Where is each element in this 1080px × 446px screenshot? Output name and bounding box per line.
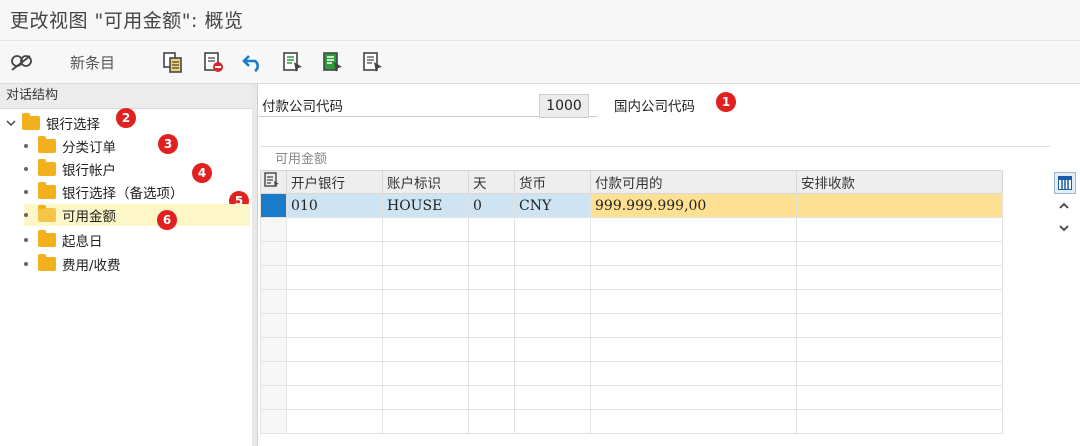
copy-icon[interactable]: [160, 49, 186, 75]
column-header-currency[interactable]: 货币: [514, 170, 591, 194]
tree-node-charges[interactable]: 费用/收费: [24, 253, 121, 275]
folder-icon: [38, 136, 56, 153]
table-row[interactable]: [260, 289, 1003, 314]
annotation-marker: 2: [116, 108, 136, 128]
annotation-marker: 6: [157, 210, 177, 230]
row-selector[interactable]: [260, 409, 287, 434]
company-code-field: 1000: [539, 94, 589, 118]
tree-bullet: [24, 262, 28, 266]
company-code-label: 付款公司代码: [262, 99, 343, 115]
folder-icon: [38, 182, 56, 199]
column-header-available-payment[interactable]: 付款可用的: [590, 170, 797, 194]
row-selector[interactable]: [260, 361, 287, 386]
display-change-icon[interactable]: [8, 49, 34, 75]
window-title: 更改视图 "可用金额": 概览: [10, 10, 244, 32]
row-selector[interactable]: [260, 241, 287, 266]
tree-node-bank-selection-alt[interactable]: 银行选择（备选项）: [24, 181, 184, 203]
row-selector[interactable]: [260, 217, 287, 242]
tree-node-label: 银行选择: [46, 117, 100, 133]
tree-node-classified-orders[interactable]: 分类订单: [24, 135, 116, 157]
toolbar: 新条目: [0, 41, 1080, 84]
tree-node-label: 费用/收费: [62, 258, 121, 274]
tree-node-label: 分类订单: [62, 140, 116, 156]
annotation-marker: 3: [158, 134, 178, 154]
tree-bullet: [24, 144, 28, 148]
folder-open-icon: [38, 205, 56, 222]
cell-days[interactable]: 0: [468, 193, 515, 218]
tree-node-label: 起息日: [62, 234, 103, 250]
cell-account-id[interactable]: HOUSE: [382, 193, 469, 218]
table-columns-icon[interactable]: [1058, 176, 1072, 190]
group-divider: [260, 146, 1050, 147]
table-settings-button[interactable]: [260, 170, 287, 194]
cell-bank[interactable]: 010: [286, 193, 383, 218]
folder-icon: [38, 230, 56, 247]
available-amounts-table: 开户银行 账户标识 天 货币 付款可用的 安排收款 010 HOUSE 0 CN…: [260, 170, 1003, 434]
table-group-title: 可用金额: [275, 152, 328, 167]
column-header-days[interactable]: 天: [468, 170, 515, 194]
tree-bullet: [24, 167, 28, 171]
table-row[interactable]: [260, 265, 1003, 290]
table-settings-icon[interactable]: [264, 172, 280, 188]
folder-icon: [38, 254, 56, 271]
tree-node-label: 银行选择（备选项）: [62, 186, 184, 202]
row-selector[interactable]: [260, 193, 287, 218]
row-selector[interactable]: [260, 337, 287, 362]
delete-icon[interactable]: [200, 49, 226, 75]
table-row[interactable]: [260, 313, 1003, 338]
new-entries-button[interactable]: 新条目: [70, 52, 115, 73]
folder-icon: [38, 159, 56, 176]
row-selector[interactable]: [260, 313, 287, 338]
cell-available-payment[interactable]: 999.999.999,00: [590, 193, 797, 218]
select-block-icon[interactable]: [320, 49, 346, 75]
tree-node-label: 可用金额: [62, 209, 116, 225]
scroll-up-button[interactable]: [1054, 196, 1074, 216]
table-row[interactable]: [260, 385, 1003, 410]
tree-node-label: 银行帐户: [62, 163, 116, 179]
column-settings-button[interactable]: [1054, 172, 1076, 194]
select-all-icon[interactable]: [280, 49, 306, 75]
cell-scheduled-receipt[interactable]: [796, 193, 1003, 218]
column-header-bank[interactable]: 开户银行: [286, 170, 383, 194]
deselect-all-icon[interactable]: [360, 49, 386, 75]
undo-icon[interactable]: [240, 49, 266, 75]
tree-node-bank-accounts[interactable]: 银行帐户: [24, 158, 116, 180]
tree-node-value-date[interactable]: 起息日: [24, 229, 103, 251]
tree-bullet: [24, 238, 28, 242]
scroll-down-button[interactable]: [1054, 218, 1074, 238]
tree-node-available-amounts[interactable]: 可用金额: [24, 204, 250, 226]
column-header-account-id[interactable]: 账户标识: [382, 170, 469, 194]
annotation-marker: 4: [192, 163, 212, 183]
table-row[interactable]: [260, 409, 1003, 434]
folder-icon: [22, 113, 40, 130]
row-selector[interactable]: [260, 289, 287, 314]
tree-bullet: [24, 190, 28, 194]
table-row[interactable]: 010 HOUSE 0 CNY 999.999.999,00: [260, 193, 1003, 218]
row-selector[interactable]: [260, 265, 287, 290]
title-bar: 更改视图 "可用金额": 概览: [0, 0, 1080, 41]
chevron-down-icon[interactable]: [6, 118, 16, 128]
chevron-down-icon[interactable]: [1058, 222, 1070, 234]
tree-bullet: [24, 213, 28, 217]
table-row[interactable]: [260, 337, 1003, 362]
cell-currency[interactable]: CNY: [514, 193, 591, 218]
column-header-scheduled-receipt[interactable]: 安排收款: [796, 170, 1003, 194]
table-row[interactable]: [260, 241, 1003, 266]
company-code-description: 国内公司代码: [614, 99, 695, 115]
row-selector[interactable]: [260, 385, 287, 410]
table-row[interactable]: [260, 361, 1003, 386]
dialog-structure-title: 对话结构: [0, 84, 252, 109]
table-row[interactable]: [260, 217, 1003, 242]
annotation-marker: 1: [716, 92, 736, 112]
chevron-up-icon[interactable]: [1058, 200, 1070, 212]
tree-node-bank-selection[interactable]: 银行选择: [6, 112, 100, 134]
